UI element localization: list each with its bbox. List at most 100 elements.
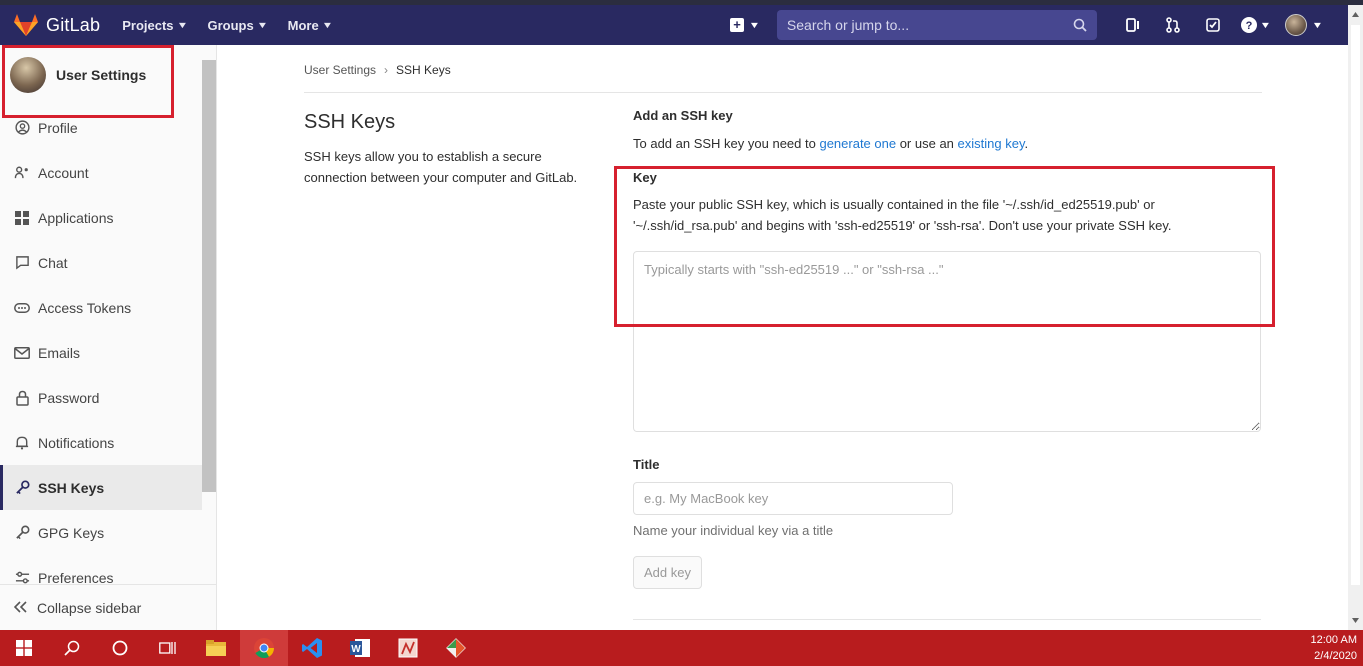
sidebar-item-label: Access Tokens: [38, 299, 132, 316]
chevron-right-icon: ›: [384, 63, 389, 77]
todos-button[interactable]: [1193, 5, 1233, 45]
breadcrumb-divider: [304, 92, 1262, 93]
sidebar-item-label: Account: [38, 164, 89, 181]
sidebar-item-password[interactable]: Password: [0, 375, 202, 420]
sidebar-item-label: Profile: [38, 119, 78, 136]
pdf-app-button[interactable]: [384, 630, 432, 666]
nav-projects[interactable]: Projects ▼: [122, 17, 188, 33]
breadcrumb-parent[interactable]: User Settings: [304, 63, 376, 77]
chevron-down-icon: ▼: [1260, 20, 1272, 30]
sidebar-item-ssh-keys[interactable]: SSH Keys: [0, 465, 202, 510]
scrollbar-thumb[interactable]: [1351, 25, 1360, 585]
cortana-icon: [112, 640, 128, 656]
settings-sidebar: User Settings Profile Account Applicatio…: [0, 45, 217, 630]
breadcrumb-current[interactable]: SSH Keys: [396, 63, 451, 77]
sidebar-item-applications[interactable]: Applications: [0, 195, 202, 240]
form-heading: Add an SSH key: [633, 108, 733, 123]
page-intro: SSH Keys SSH keys allow you to establish…: [304, 111, 604, 188]
issues-button[interactable]: [1113, 5, 1153, 45]
folder-icon: [206, 640, 226, 656]
chevron-down-icon: ▼: [256, 20, 268, 30]
sidebar-item-label: Applications: [38, 209, 114, 226]
search-box: [776, 10, 1097, 40]
sidebar-item-label: Emails: [38, 344, 81, 361]
user-menu-button[interactable]: ▼: [1279, 5, 1329, 45]
search-input[interactable]: [786, 17, 1047, 33]
chevron-down-icon: ▼: [1312, 20, 1324, 30]
sidebar-item-label: Password: [38, 389, 100, 406]
start-button[interactable]: [0, 630, 48, 666]
gitlab-brand[interactable]: GitLab: [14, 14, 122, 36]
sidebar-item-notifications[interactable]: Notifications: [0, 420, 202, 465]
cortana-button[interactable]: [96, 630, 144, 666]
search-icon: [1073, 18, 1087, 32]
sidebar-item-account[interactable]: Account: [0, 150, 202, 195]
token-icon: [14, 300, 30, 316]
todo-icon: [1206, 18, 1220, 32]
email-icon: [14, 345, 30, 361]
chat-icon: [14, 255, 30, 271]
git-app-button[interactable]: [432, 630, 480, 666]
sidebar-item-gpg-keys[interactable]: GPG Keys: [0, 510, 202, 555]
search-icon: [64, 640, 80, 656]
form-intro-text: or use an: [896, 136, 958, 151]
chevron-down-icon: ▼: [321, 20, 333, 30]
sidebar-item-access-tokens[interactable]: Access Tokens: [0, 285, 202, 330]
main-content: User Settings › SSH Keys SSH Keys SSH ke…: [217, 45, 1348, 630]
clock-time: 12:00 AM: [1310, 634, 1357, 646]
collapse-sidebar-label: Collapse sidebar: [37, 599, 142, 616]
word-button[interactable]: W: [336, 630, 384, 666]
title-help-text: Name your individual key via a title: [633, 523, 834, 538]
sidebar-item-label: Notifications: [38, 434, 115, 451]
task-view-button[interactable]: [144, 630, 192, 666]
nav-groups[interactable]: Groups ▼: [207, 17, 268, 33]
issues-icon: [1126, 18, 1139, 32]
breadcrumb: User Settings › SSH Keys: [304, 63, 451, 77]
page-scrollbar[interactable]: [1348, 5, 1363, 630]
page-title: SSH Keys: [304, 111, 396, 133]
git-icon: [446, 638, 466, 658]
word-icon: W: [350, 639, 370, 657]
double-chevron-left-icon: [13, 600, 27, 616]
profile-icon: [14, 120, 30, 136]
sidebar-item-label: Chat: [38, 254, 68, 271]
bell-icon: [14, 435, 30, 451]
lock-icon: [14, 390, 30, 406]
key-icon: [14, 480, 30, 496]
sidebar-item-emails[interactable]: Emails: [0, 330, 202, 375]
generate-one-link[interactable]: generate one: [819, 136, 896, 151]
nav-more-label: More: [287, 17, 319, 33]
sidebar-item-chat[interactable]: Chat: [0, 240, 202, 285]
sidebar-item-label: SSH Keys: [38, 479, 105, 496]
svg-text:W: W: [351, 644, 361, 655]
scroll-up-icon[interactable]: [1348, 9, 1363, 21]
taskbar-search-button[interactable]: [48, 630, 96, 666]
merge-requests-button[interactable]: [1153, 5, 1193, 45]
sidebar-item-label: GPG Keys: [38, 524, 105, 541]
title-input[interactable]: [633, 482, 953, 515]
chrome-icon: [254, 638, 275, 659]
sidebar-scrollbar[interactable]: [202, 60, 216, 492]
existing-key-link[interactable]: existing key: [958, 136, 1025, 151]
nav-projects-label: Projects: [122, 17, 174, 33]
system-clock[interactable]: 12:00 AM 2/4/2020: [1311, 632, 1357, 664]
collapse-sidebar-button[interactable]: Collapse sidebar: [0, 584, 216, 630]
annotation-highlight-key-section: [614, 166, 1275, 327]
nav-groups-label: Groups: [207, 17, 254, 33]
vscode-button[interactable]: [288, 630, 336, 666]
form-intro-text: .: [1024, 136, 1029, 151]
account-icon: [14, 165, 30, 181]
nav-more[interactable]: More ▼: [287, 17, 333, 33]
task-view-icon: [159, 642, 176, 654]
help-icon: ?: [1241, 17, 1258, 33]
help-button[interactable]: ? ▼: [1233, 5, 1279, 45]
chrome-button[interactable]: [240, 630, 288, 666]
chevron-down-icon: ▼: [748, 20, 761, 30]
add-key-button[interactable]: Add key: [633, 556, 702, 589]
pdf-icon: [398, 638, 418, 658]
new-item-button[interactable]: + ▼: [730, 18, 761, 32]
file-explorer-button[interactable]: [192, 630, 240, 666]
scroll-down-icon[interactable]: [1348, 614, 1363, 626]
chevron-down-icon: ▼: [176, 20, 188, 30]
gitlab-logo-icon: [14, 14, 38, 36]
